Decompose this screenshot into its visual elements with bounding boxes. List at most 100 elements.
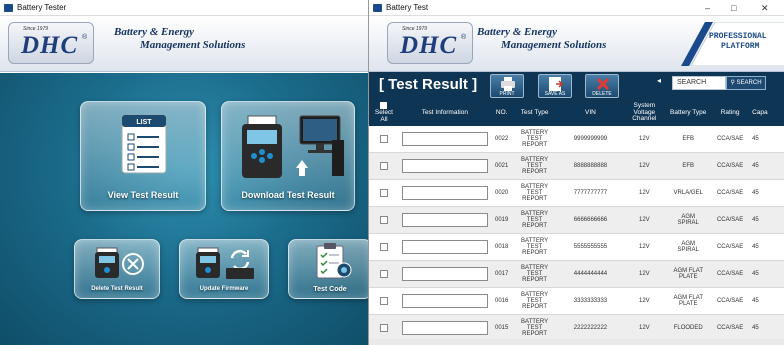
row-no: 0019	[495, 217, 509, 223]
row-checkbox[interactable]	[379, 270, 388, 278]
row-select[interactable]	[369, 324, 399, 332]
update-firmware-button[interactable]: Update Firmware	[179, 239, 269, 299]
table-row[interactable]: 0019 BATTERY TEST REPORT 6666666666 12V AGM SPI…	[369, 207, 784, 234]
col-test-type[interactable]: Test Type	[513, 109, 557, 117]
row-checkbox[interactable]	[379, 162, 388, 170]
delete-button[interactable]: DELETE	[585, 74, 619, 98]
col-system-voltage[interactable]: System Voltage Channel	[624, 102, 664, 123]
col-vin[interactable]: VIN	[557, 109, 625, 117]
row-select[interactable]	[369, 297, 399, 305]
view-test-result-button[interactable]: LIST View Test Result	[80, 101, 206, 211]
row-battery-type: FLOODED	[673, 324, 703, 331]
clipboard-badge-icon	[316, 243, 352, 279]
dhc-logo: Since 1979 DHC ®	[8, 22, 94, 64]
row-info-cell	[399, 240, 491, 254]
row-system-voltage: 12V	[638, 325, 650, 331]
row-select[interactable]	[369, 216, 399, 224]
results-toolbar: [ Test Result ] PRINT SAVE AS DELETE ◂ S…	[369, 72, 784, 100]
row-select[interactable]	[369, 135, 399, 143]
row-battery-type: AGM FLAT PLATE	[673, 294, 703, 307]
delete-label: DELETE	[592, 91, 612, 97]
select-all-checkbox[interactable]	[380, 102, 388, 110]
row-select[interactable]	[369, 189, 399, 197]
table-row[interactable]: 0021 BATTERY TEST REPORT 8888888888 12V EFB CCA…	[369, 153, 784, 180]
row-checkbox[interactable]	[379, 189, 388, 197]
row-capacity: 45	[752, 298, 759, 304]
table-row[interactable]: 0022 BATTERY TEST REPORT 9999999999 12V EFB CCA…	[369, 126, 784, 153]
search-button[interactable]: ⚲ SEARCH	[726, 76, 766, 90]
platform-line1: PROFESSIONAL	[709, 32, 767, 41]
row-checkbox[interactable]	[379, 243, 388, 251]
test-code-label: Test Code	[313, 286, 347, 293]
battery-test-window: Battery Test – □ ✕ Since 1979 DHC ® Batt…	[368, 0, 784, 345]
test-code-button[interactable]: Test Code	[288, 239, 372, 299]
app-icon	[4, 3, 13, 12]
row-battery-type: VRLA/GEL	[673, 189, 703, 196]
col-capacity[interactable]: Capa	[748, 109, 784, 117]
row-system-voltage: 12V	[638, 298, 650, 304]
test-information-input[interactable]	[401, 186, 488, 200]
print-button[interactable]: PRINT	[490, 74, 524, 98]
window-title: Battery Test	[386, 3, 429, 12]
download-test-result-button[interactable]: Download Test Result	[221, 101, 355, 211]
row-rating: CCA/SAE	[716, 244, 744, 250]
search-input[interactable]: SEARCH	[672, 76, 726, 90]
row-select[interactable]	[369, 162, 399, 170]
title-bar[interactable]: Battery Test	[369, 0, 784, 16]
row-capacity: 45	[752, 217, 759, 223]
minimize-button[interactable]: –	[705, 0, 710, 16]
delete-test-result-label: Delete Test Result	[91, 286, 143, 292]
row-capacity: 45	[752, 244, 759, 250]
table-row[interactable]: 0020 BATTERY TEST REPORT 7777777777 12V VRLA/G…	[369, 180, 784, 207]
row-checkbox[interactable]	[379, 297, 388, 305]
save-icon	[549, 77, 564, 91]
save-as-button[interactable]: SAVE AS	[538, 74, 572, 98]
col-test-information[interactable]: Test Information	[399, 109, 491, 117]
row-select[interactable]	[369, 243, 399, 251]
row-test-type: BATTERY TEST REPORT	[521, 210, 549, 230]
tagline-line1: Battery & Energy	[114, 26, 195, 38]
row-vin: 8888888888	[573, 163, 608, 169]
row-info-cell	[399, 159, 491, 173]
col-rating[interactable]: Rating	[712, 109, 748, 117]
list-icon: LIST	[121, 114, 167, 174]
col-battery-type[interactable]: Battery Type	[664, 109, 712, 117]
table-row[interactable]: 0015 BATTERY TEST REPORT 2222222222 12V FLOODE…	[369, 315, 784, 339]
table-row[interactable]: 0017 BATTERY TEST REPORT 4444444444 12V AGM FL…	[369, 261, 784, 288]
test-information-input[interactable]	[401, 132, 488, 146]
row-system-voltage: 12V	[638, 163, 650, 169]
row-test-type: BATTERY TEST REPORT	[521, 156, 549, 176]
table-row[interactable]: 0018 BATTERY TEST REPORT 5555555555 12V AGM SPI…	[369, 234, 784, 261]
col-no[interactable]: NO.	[491, 109, 513, 117]
row-rating: CCA/SAE	[716, 217, 744, 223]
delete-test-result-button[interactable]: Delete Test Result	[74, 239, 160, 299]
row-battery-type: EFB	[682, 162, 695, 169]
row-select[interactable]	[369, 270, 399, 278]
horizontal-scrollbar[interactable]	[369, 339, 784, 345]
row-checkbox[interactable]	[379, 324, 388, 332]
test-information-input[interactable]	[401, 294, 488, 308]
brand-header: Since 1979 DHC ® Battery & Energy Manage…	[0, 16, 374, 72]
tester-delete-icon	[95, 247, 144, 278]
row-test-type: BATTERY TEST REPORT	[521, 237, 549, 257]
row-checkbox[interactable]	[379, 135, 388, 143]
close-button[interactable]: ✕	[761, 0, 769, 16]
logo-reg: ®	[461, 34, 467, 41]
maximize-button[interactable]: □	[731, 0, 736, 16]
logo-reg: ®	[82, 34, 88, 41]
test-information-input[interactable]	[401, 240, 488, 254]
test-information-input[interactable]	[401, 213, 488, 227]
test-information-input[interactable]	[401, 321, 488, 335]
row-vin: 7777777777	[573, 190, 608, 196]
test-information-input[interactable]	[401, 159, 488, 173]
row-battery-type: EFB	[682, 135, 695, 142]
row-checkbox[interactable]	[379, 216, 388, 224]
row-vin: 3333333333	[573, 298, 608, 304]
row-vin: 9999999999	[573, 136, 608, 142]
col-select[interactable]: Select All	[369, 102, 399, 124]
table-header: Select All Test Information NO. Test Type…	[369, 100, 784, 126]
test-information-input[interactable]	[401, 267, 488, 281]
title-bar[interactable]: Battery Tester	[0, 0, 374, 16]
table-row[interactable]: 0016 BATTERY TEST REPORT 3333333333 12V AGM FL…	[369, 288, 784, 315]
row-rating: CCA/SAE	[716, 163, 744, 169]
